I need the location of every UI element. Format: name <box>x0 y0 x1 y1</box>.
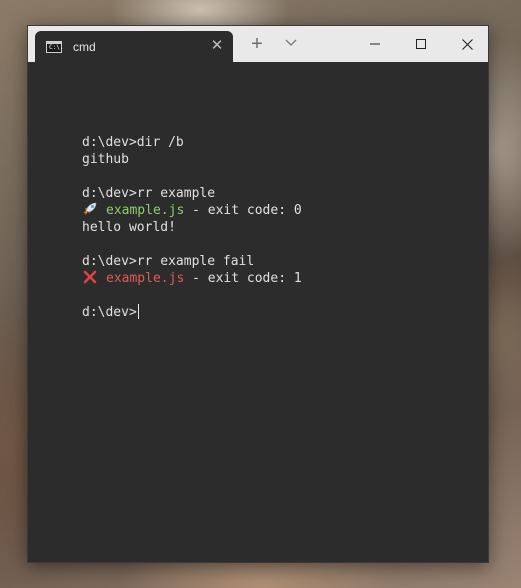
script-filename: example.js <box>106 271 185 286</box>
script-filename: example.js <box>106 203 185 218</box>
minimize-button[interactable] <box>352 26 398 62</box>
maximize-button[interactable] <box>398 26 444 62</box>
tab-title: cmd <box>73 39 96 54</box>
terminal-line: d:\dev>rr example <box>82 186 216 201</box>
terminal-lines: d:\dev>dir /b github d:\dev>rr example exam… <box>82 134 302 321</box>
new-tab-plus-icon[interactable]: + <box>247 34 267 54</box>
text-cursor[interactable] <box>137 304 139 319</box>
tab-close-icon[interactable]: ✕ <box>209 38 225 54</box>
chevron-down-icon[interactable] <box>281 34 301 54</box>
exit-code-text: - exit code: 0 <box>184 203 302 218</box>
title-bar[interactable]: C:\. cmd ✕ + <box>28 26 488 62</box>
terminal-line: d:\dev>rr example fail <box>82 254 255 269</box>
terminal-line: github <box>82 152 129 167</box>
exit-code-text: - exit code: 1 <box>184 271 302 286</box>
terminal-output[interactable]: d:\dev>dir /b github d:\dev>rr example exam… <box>28 62 488 562</box>
terminal-status-line: example.js - exit code: 0 <box>82 202 302 219</box>
cmd-prompt-icon: C:\. <box>46 40 63 53</box>
rocket-icon <box>82 202 98 216</box>
terminal-window: C:\. cmd ✕ + d:\dev>dir /b github d:\dev>r… <box>27 25 489 563</box>
command-prompt-line: d:\dev> <box>82 304 302 321</box>
maximize-icon <box>416 39 426 49</box>
prompt-text: d:\dev> <box>82 305 137 320</box>
close-button[interactable] <box>444 26 490 62</box>
terminal-line: d:\dev>dir /b <box>82 135 184 150</box>
red-x-icon <box>82 270 98 284</box>
terminal-line: hello world! <box>82 220 176 235</box>
terminal-status-line: example.js - exit code: 1 <box>82 270 302 287</box>
tab-cmd[interactable]: C:\. cmd ✕ <box>35 31 233 62</box>
close-icon <box>461 38 473 50</box>
minimize-icon <box>370 43 380 45</box>
